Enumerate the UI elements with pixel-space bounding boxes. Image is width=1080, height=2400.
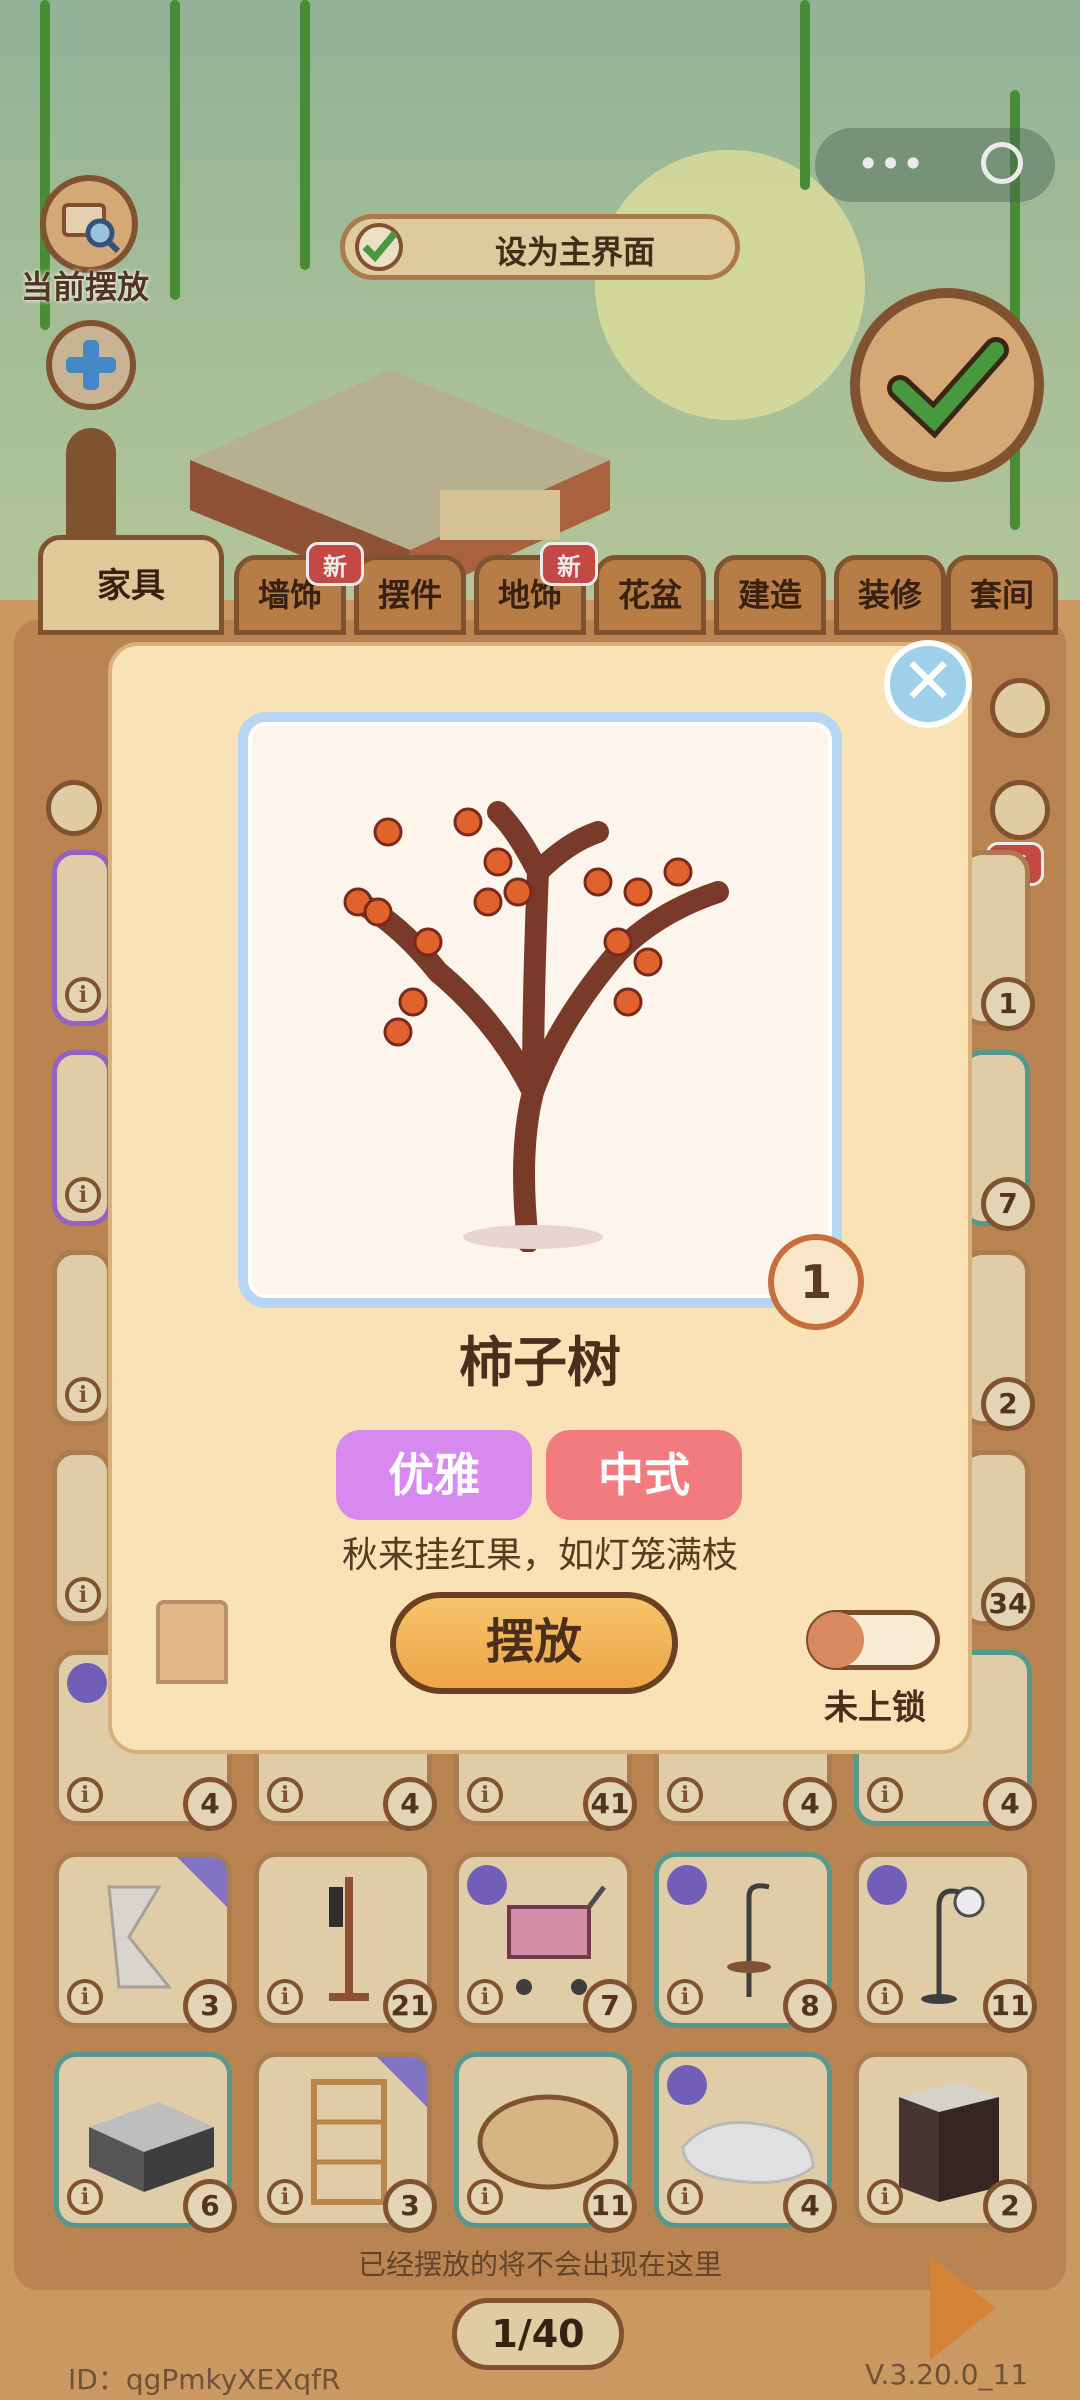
tag-label: 中式 [598,1448,690,1502]
item-description: 秋来挂红果，如灯笼满枝 [341,1535,738,1576]
tag-elegant: 优雅 [336,1430,532,1520]
lock-icon[interactable] [808,1612,864,1668]
tag-chinese-style: 中式 [546,1430,742,1520]
persimmon-tree-image [343,801,729,1252]
lock-status-label: 未上锁 [824,1688,926,1728]
close-button[interactable]: ✕ [884,640,972,728]
favorite-bookmark-icon[interactable] [156,1600,228,1684]
item-quantity-badge: 1 [768,1234,864,1330]
item-preview-frame [238,712,842,1308]
tag-label: 优雅 [388,1448,480,1502]
place-button[interactable]: 摆放 [390,1592,678,1694]
item-name: 柿子树 [459,1331,621,1394]
